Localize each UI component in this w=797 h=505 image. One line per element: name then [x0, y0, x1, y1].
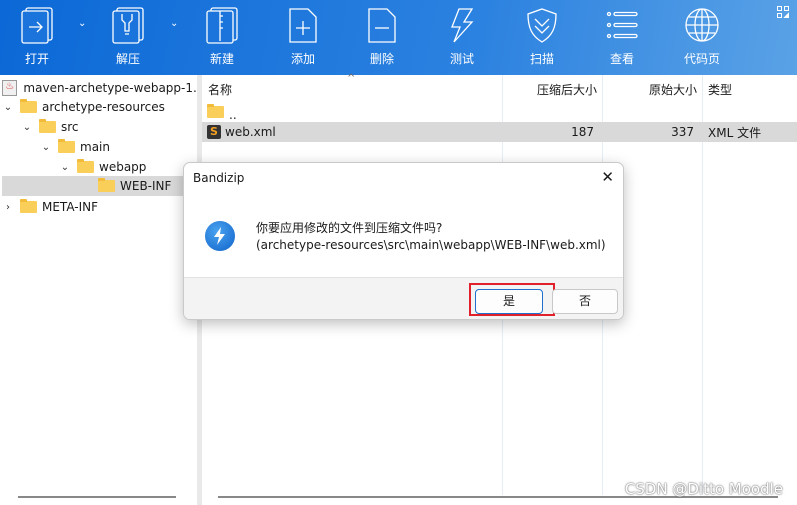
- sublime-file-icon: S: [207, 125, 221, 139]
- open-label: 打开: [24, 52, 49, 66]
- codepage-label: 代码页: [683, 52, 720, 66]
- column-header-packed-size[interactable]: 压缩后大小: [537, 81, 597, 98]
- column-header-original-size[interactable]: 原始大小: [649, 81, 697, 98]
- delete-file-icon: [368, 8, 396, 43]
- open-button[interactable]: 打开: [7, 6, 67, 67]
- chevron-down-icon[interactable]: ⌄: [40, 142, 52, 153]
- new-label: 新建: [209, 52, 234, 66]
- list-row-parent[interactable]: ..: [202, 102, 797, 122]
- scan-label: 扫描: [529, 52, 554, 66]
- open-icon: [21, 7, 53, 44]
- file-name: ..: [229, 108, 237, 122]
- close-icon[interactable]: ✕: [601, 168, 614, 186]
- extract-label: 解压: [115, 52, 140, 66]
- tree-item-meta-inf[interactable]: › META-INF: [2, 197, 197, 217]
- tree-item-src[interactable]: ⌄ src: [2, 117, 197, 137]
- extract-button[interactable]: 解压: [98, 6, 158, 67]
- list-icon: [606, 11, 638, 39]
- test-label: 测试: [449, 52, 474, 66]
- file-type: XML 文件: [708, 125, 762, 140]
- tree-label: main: [80, 140, 110, 154]
- folder-icon: [20, 199, 37, 213]
- tree-horizontal-scrollbar[interactable]: [18, 496, 176, 498]
- tree-item-webapp[interactable]: ⌄ webapp: [2, 157, 197, 177]
- folder-icon: [98, 178, 115, 192]
- codepage-button[interactable]: 代码页: [672, 6, 732, 67]
- delete-button[interactable]: 删除: [352, 6, 412, 67]
- tree-label: META-INF: [42, 200, 99, 214]
- tree-item-archive[interactable]: ♨ maven-archetype-webapp-1.4: [2, 78, 197, 98]
- globe-icon: [685, 8, 719, 42]
- java-archive-icon: ♨: [2, 80, 18, 96]
- view-label: 查看: [609, 52, 634, 66]
- tree-item-archetype-resources[interactable]: ⌄ archetype-resources: [2, 97, 197, 117]
- layout-grid-icon[interactable]: [777, 6, 789, 18]
- tree-item-main[interactable]: ⌄ main: [2, 137, 197, 157]
- confirm-dialog: Bandizip ✕ 你要应用修改的文件到压缩文件吗? (archetype-re…: [183, 162, 624, 320]
- folder-icon: [58, 139, 75, 153]
- tree-label: WEB-INF: [120, 179, 172, 193]
- add-button[interactable]: 添加: [273, 6, 333, 67]
- folder-icon: [20, 99, 37, 113]
- extract-icon: [112, 7, 144, 44]
- dialog-title: Bandizip: [193, 171, 245, 185]
- new-archive-icon: [206, 7, 238, 44]
- dialog-file-path: (archetype-resources\src\main\webapp\WEB…: [256, 238, 606, 252]
- tree-label: src: [61, 120, 79, 134]
- open-dropdown-chevron-icon[interactable]: ⌄: [78, 18, 86, 29]
- tree-label: webapp: [99, 160, 147, 174]
- dialog-footer: 是 否: [184, 277, 623, 319]
- delete-label: 删除: [369, 52, 394, 66]
- chevron-right-icon[interactable]: ›: [2, 202, 14, 213]
- tree-label: maven-archetype-webapp-1.4: [23, 81, 197, 95]
- no-button[interactable]: 否: [552, 289, 618, 314]
- add-file-icon: [289, 8, 317, 43]
- yes-button[interactable]: 是: [475, 289, 543, 314]
- folder-tree: ♨ maven-archetype-webapp-1.4 ⌄ archetype-r…: [0, 75, 197, 505]
- tree-label: archetype-resources: [42, 100, 165, 114]
- list-row-web-xml[interactable]: S web.xml 187 337 XML 文件: [202, 122, 797, 142]
- test-button[interactable]: 测试: [432, 6, 492, 67]
- add-label: 添加: [290, 52, 315, 66]
- folder-icon: [77, 159, 94, 173]
- folder-icon: [207, 104, 224, 118]
- sort-ascending-icon: ^: [347, 73, 356, 84]
- toolbar: 打开 ⌄ 解压 ⌄ 新建 添加 删除 测试 扫描 查看 代码页: [0, 0, 797, 75]
- column-header-name[interactable]: 名称: [208, 81, 232, 98]
- chevron-down-icon[interactable]: ⌄: [2, 102, 14, 113]
- view-button[interactable]: 查看: [592, 6, 652, 67]
- file-name: web.xml: [225, 125, 276, 139]
- folder-icon: [39, 119, 56, 133]
- extract-dropdown-chevron-icon[interactable]: ⌄: [170, 18, 178, 29]
- shield-icon: [527, 8, 557, 43]
- watermark: CSDN @Ditto Moodle: [624, 480, 783, 498]
- dialog-message: 你要应用修改的文件到压缩文件吗?: [256, 221, 443, 235]
- lightning-icon: [451, 8, 474, 43]
- chevron-down-icon[interactable]: ⌄: [59, 162, 71, 173]
- chevron-down-icon[interactable]: ⌄: [21, 122, 33, 133]
- packed-size: 187: [571, 125, 594, 139]
- column-header-type[interactable]: 类型: [708, 81, 732, 98]
- new-button[interactable]: 新建: [192, 6, 252, 67]
- scan-button[interactable]: 扫描: [512, 6, 572, 67]
- original-size: 337: [671, 125, 694, 139]
- tree-item-web-inf[interactable]: WEB-INF: [2, 176, 197, 196]
- bandizip-lightning-icon: [205, 221, 235, 251]
